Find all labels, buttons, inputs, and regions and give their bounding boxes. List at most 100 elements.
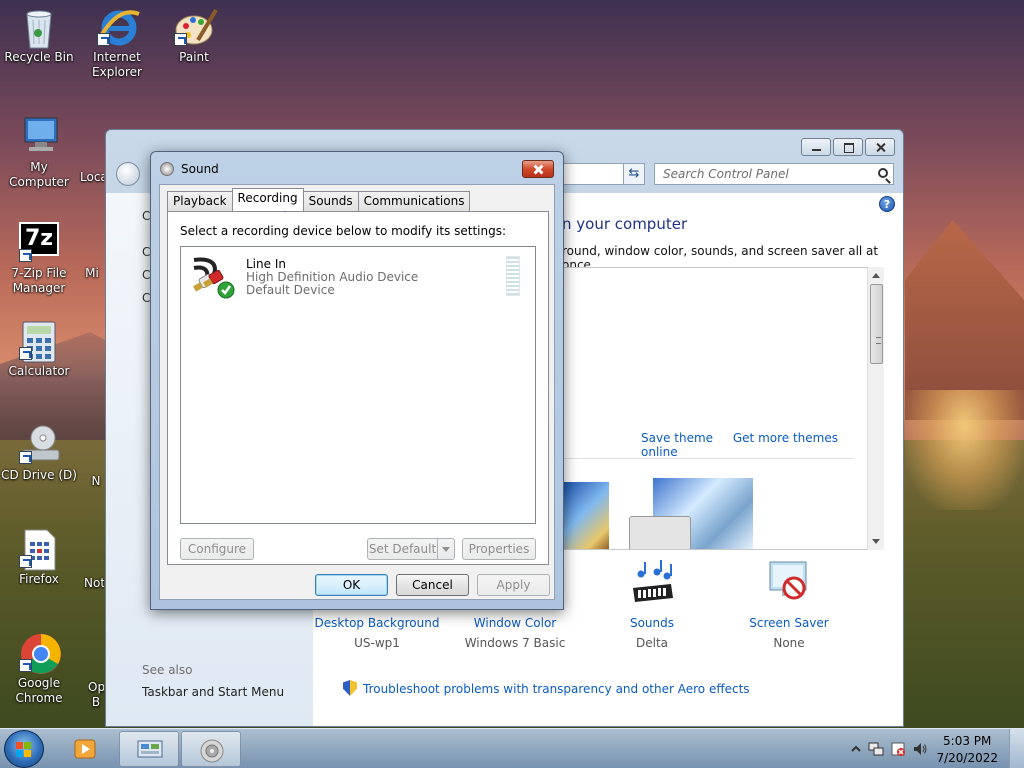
desktop-icon-internet-explorer[interactable]: Internet Explorer	[79, 6, 155, 80]
internet-explorer-icon	[97, 6, 140, 46]
uac-shield-icon	[343, 680, 357, 696]
device-description: High Definition Audio Device	[246, 270, 419, 284]
option-value: US-wp1	[354, 636, 400, 650]
set-default-button[interactable]: Set Default	[367, 538, 455, 560]
tab-communications[interactable]: Communications	[357, 191, 471, 211]
desktop-icon-cd-drive[interactable]: CD Drive (D)	[1, 424, 77, 483]
apply-button[interactable]: Apply	[477, 574, 550, 596]
search-placeholder: Search Control Panel	[663, 167, 789, 181]
caption-buttons	[801, 138, 895, 156]
volume-icon[interactable]	[912, 741, 928, 757]
taskbar-start-menu-link[interactable]: Taskbar and Start Menu	[142, 685, 284, 699]
line-in-jack-icon	[188, 252, 236, 300]
desktop-icon-google-chrome[interactable]: Google Chrome	[1, 632, 77, 706]
tab-playback[interactable]: Playback	[167, 191, 233, 211]
theme-list-scrollbar[interactable]	[867, 267, 884, 550]
scroll-down-icon[interactable]	[872, 539, 880, 544]
refresh-button[interactable]: ⇆	[623, 163, 645, 185]
desktop-icon-n[interactable]: N	[88, 430, 104, 489]
close-button[interactable]	[865, 138, 895, 156]
desktop-icon-label: B	[91, 695, 101, 709]
chevron-down-icon[interactable]	[437, 539, 454, 559]
desktop-icon-label: N	[91, 474, 101, 488]
shortcut-arrow-icon	[19, 555, 32, 568]
close-button[interactable]	[522, 160, 554, 178]
back-button[interactable]	[116, 162, 140, 186]
dialog-client: Playback Recording Sounds Communications…	[159, 184, 555, 600]
desktop-icon-label: Internet Explorer	[92, 50, 142, 79]
opera-icon	[88, 636, 104, 676]
network-icon[interactable]	[868, 741, 884, 757]
save-theme-link[interactable]: Save theme	[641, 431, 713, 445]
action-center-icon[interactable]	[890, 741, 906, 757]
show-desktop-button[interactable]	[1009, 729, 1024, 768]
desktop-icon-calculator[interactable]: Calculator	[1, 320, 77, 379]
device-item-line-in[interactable]: Line In High Definition Audio Device Def…	[186, 252, 530, 302]
computer-icon	[19, 116, 59, 156]
start-button[interactable]	[4, 730, 44, 768]
scroll-thumb[interactable]	[870, 284, 883, 364]
minimize-button[interactable]	[801, 138, 831, 156]
set-default-label: Set Default	[368, 542, 437, 556]
properties-button[interactable]: Properties	[462, 538, 536, 560]
desktop-icon-label: Google Chrome	[15, 676, 63, 705]
speaker-icon	[160, 162, 174, 176]
troubleshoot-label: Troubleshoot problems with transparency …	[363, 682, 750, 696]
desktop-icon-label: CD Drive (D)	[1, 468, 77, 482]
edge-icon	[80, 222, 104, 262]
desktop-icon-firefox[interactable]: Firefox	[1, 528, 77, 587]
desktop-icon-label: Loca	[80, 170, 104, 184]
calculator-icon	[19, 320, 59, 363]
shortcut-arrow-icon	[19, 347, 32, 360]
search-icon[interactable]	[878, 168, 888, 178]
screen-saver-option[interactable]: Screen Saver None	[724, 558, 854, 650]
desktop-icon-label: Mi	[85, 266, 99, 280]
maximize-button[interactable]	[833, 138, 863, 156]
local-disk-icon	[92, 126, 104, 166]
cancel-button[interactable]: Cancel	[396, 574, 469, 596]
see-also-heading: See also	[142, 663, 193, 677]
theme-thumbnail[interactable]	[563, 482, 609, 549]
desktop-icon-not[interactable]: Not	[84, 532, 104, 591]
option-label: Window Color	[473, 616, 557, 630]
sounds-icon	[627, 558, 677, 606]
device-name: Line In	[246, 257, 286, 271]
page-title: n your computer	[562, 215, 688, 233]
instruction-text: Select a recording device below to modif…	[180, 224, 507, 238]
desktop-icon-mi[interactable]: Mi	[80, 222, 104, 281]
desktop-icon-label: Recycle Bin	[4, 50, 74, 64]
help-icon[interactable]: ?	[879, 196, 895, 212]
theme-links: Save theme Get more themes online	[641, 431, 874, 459]
desktop-icon-local[interactable]: Loca	[64, 126, 104, 185]
desktop-icon-label: Calculator	[8, 364, 70, 378]
divider	[563, 458, 854, 459]
desktop-icon-op[interactable]: Op B	[88, 636, 104, 710]
desktop-icon-paint[interactable]: Paint	[156, 6, 232, 65]
configure-button[interactable]: Configure	[180, 538, 254, 560]
desktop-icon-7zip[interactable]: 7z 7-Zip File Manager	[1, 222, 77, 296]
firefox-icon	[19, 528, 59, 571]
clock-time: 5:03 PM	[943, 734, 992, 748]
theme-list[interactable]: Save theme Get more themes online	[562, 267, 875, 550]
taskbar-control-panel[interactable]	[119, 731, 179, 767]
system-clock[interactable]: 5:03 PM 7/20/2022	[936, 733, 998, 767]
desktop-icon-recycle-bin[interactable]: Recycle Bin	[1, 6, 77, 65]
chevron-up-icon[interactable]	[848, 741, 864, 757]
taskbar-sound[interactable]	[181, 731, 241, 767]
desktop-icon-label: Op	[88, 680, 104, 694]
ok-button[interactable]: OK	[315, 574, 388, 596]
tab-sounds[interactable]: Sounds	[302, 191, 359, 211]
paint-icon	[174, 6, 218, 46]
troubleshoot-link[interactable]: Troubleshoot problems with transparency …	[343, 680, 750, 696]
notification-area: 5:03 PM 7/20/2022	[844, 729, 1024, 768]
tab-recording[interactable]: Recording	[231, 188, 304, 211]
recording-tab-page: Select a recording device below to modif…	[167, 211, 549, 565]
scroll-up-icon[interactable]	[872, 273, 880, 278]
theme-thumbnail-selection[interactable]	[629, 516, 691, 549]
sounds-option[interactable]: Sounds Delta	[587, 558, 717, 650]
search-input[interactable]: Search Control Panel	[654, 163, 894, 185]
device-list[interactable]: Line In High Definition Audio Device Def…	[180, 246, 536, 524]
shortcut-arrow-icon	[19, 659, 32, 672]
tab-strip: Playback Recording Sounds Communications	[167, 188, 471, 211]
taskbar-media-player[interactable]	[62, 731, 108, 767]
